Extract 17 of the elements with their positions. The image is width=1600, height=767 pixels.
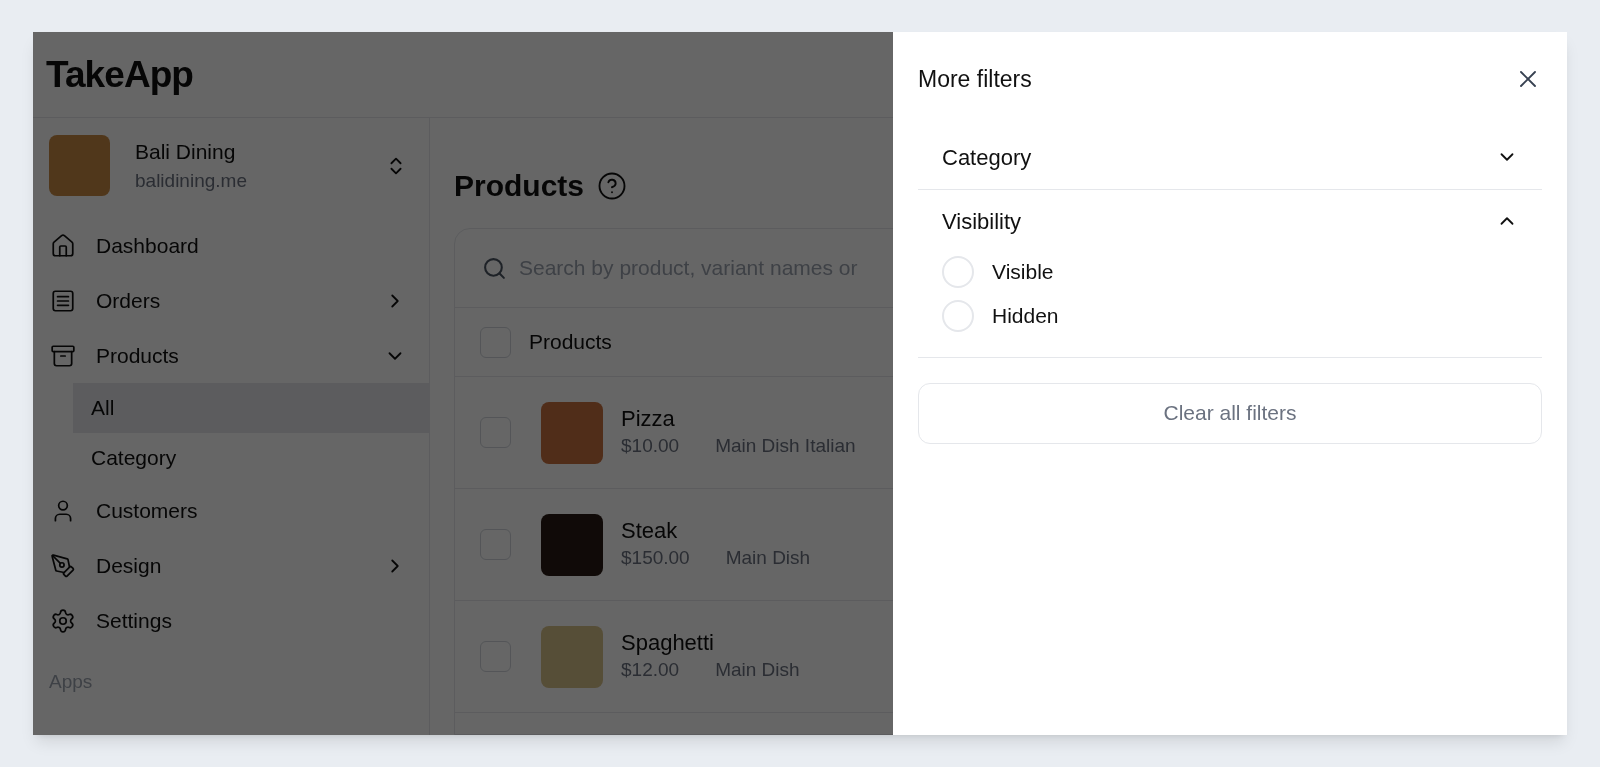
product-price: $150.00 bbox=[621, 546, 690, 570]
column-header: Products bbox=[529, 329, 612, 356]
radio-label: Visible bbox=[992, 258, 1054, 285]
logo: TakeApp bbox=[46, 52, 194, 97]
store-name: Bali Dining bbox=[135, 138, 237, 165]
product-categories: Main Dish bbox=[715, 658, 800, 682]
product-categories: Main Dish Italian bbox=[715, 434, 856, 458]
product-price: $12.00 bbox=[621, 658, 680, 682]
product-name: Pizza bbox=[621, 404, 676, 432]
radio-label: Hidden bbox=[992, 302, 1059, 329]
drawer-title: More filters bbox=[918, 65, 1032, 94]
store-domain: balidining.me bbox=[135, 169, 248, 193]
product-name: Steak bbox=[621, 516, 679, 544]
product-categories: Main Dish bbox=[725, 546, 811, 570]
product-price: $10.00 bbox=[621, 434, 680, 458]
product-name: Spaghetti bbox=[621, 628, 715, 656]
page-title: Products bbox=[454, 168, 585, 204]
